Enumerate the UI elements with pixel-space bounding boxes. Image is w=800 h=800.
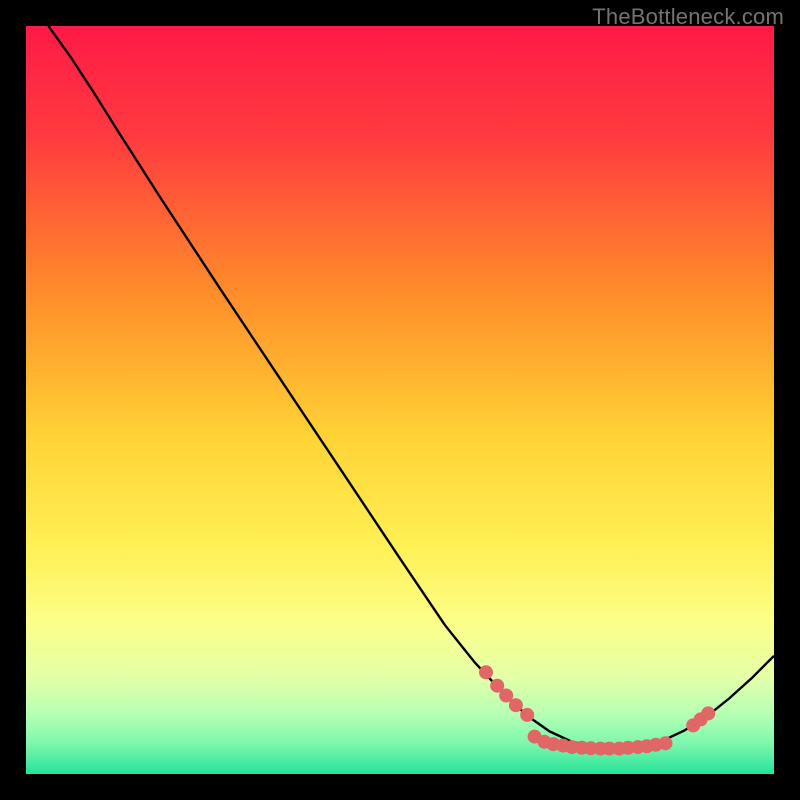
chart-marker <box>701 706 715 720</box>
watermark-label: TheBottleneck.com <box>592 4 784 30</box>
chart-marker <box>509 698 523 712</box>
chart-marker <box>659 736 673 750</box>
chart-marker <box>520 708 534 722</box>
chart-background <box>26 26 774 774</box>
chart-frame: TheBottleneck.com <box>0 0 800 800</box>
bottleneck-chart <box>26 26 774 774</box>
chart-marker <box>479 665 493 679</box>
